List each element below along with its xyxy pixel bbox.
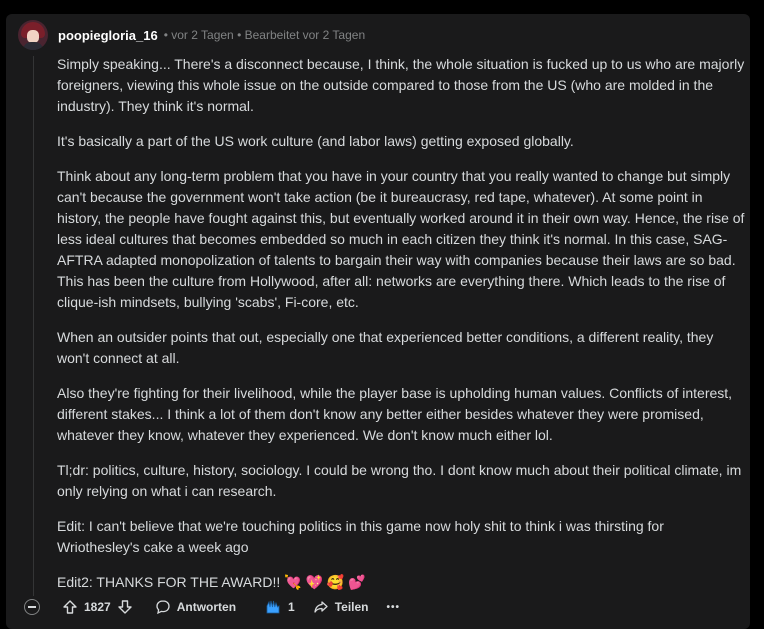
share-label: Teilen bbox=[334, 600, 369, 614]
comment-paragraph: It's basically a part of the US work cul… bbox=[57, 133, 574, 149]
reply-label: Antworten bbox=[176, 600, 237, 614]
thread-line[interactable] bbox=[33, 56, 34, 596]
downvote-arrow-icon[interactable] bbox=[117, 599, 133, 615]
reply-button[interactable]: Antworten bbox=[155, 599, 236, 615]
comment-paragraph: Tl;dr: politics, culture, history, socio… bbox=[57, 462, 742, 499]
vote-count: 1827 bbox=[84, 600, 111, 614]
comment-paragraph: Edit: I can't believe that we're touchin… bbox=[57, 518, 664, 555]
share-arrow-icon bbox=[314, 601, 328, 613]
comment-header: poopiegloria_16 • vor 2 Tagen • Bearbeit… bbox=[18, 20, 365, 50]
comment-card: poopiegloria_16 • vor 2 Tagen • Bearbeit… bbox=[6, 14, 750, 629]
avatar[interactable] bbox=[18, 20, 48, 50]
speech-bubble-icon bbox=[156, 600, 170, 615]
comment-meta: • vor 2 Tagen • Bearbeitet vor 2 Tagen bbox=[163, 28, 366, 42]
award-count: 1 bbox=[288, 600, 295, 614]
more-options-button[interactable]: ••• bbox=[387, 602, 401, 613]
comment-paragraph: Edit2: THANKS FOR THE AWARD!! 💘 💖 🥰 💕 bbox=[57, 574, 366, 590]
action-bar: 1827 Antworten 1 Teilen ••• bbox=[24, 596, 418, 618]
comment-paragraph: Think about any long-term problem that y… bbox=[57, 168, 745, 310]
vote-group: 1827 bbox=[62, 599, 133, 615]
collapse-icon[interactable] bbox=[24, 599, 40, 615]
comment-body: Simply speaking... There's a disconnect … bbox=[57, 54, 745, 607]
more-dots-icon: ••• bbox=[386, 601, 401, 613]
comment-paragraph: Simply speaking... There's a disconnect … bbox=[57, 56, 745, 114]
award-button[interactable]: 1 bbox=[264, 598, 295, 616]
username[interactable]: poopiegloria_16 bbox=[58, 28, 158, 43]
upvote-arrow-icon[interactable] bbox=[62, 599, 78, 615]
comment-paragraph: When an outsider points that out, especi… bbox=[57, 329, 714, 366]
share-button[interactable]: Teilen bbox=[313, 599, 369, 615]
comment-paragraph: Also they're fighting for their liveliho… bbox=[57, 385, 733, 443]
award-hands-icon bbox=[266, 600, 280, 614]
